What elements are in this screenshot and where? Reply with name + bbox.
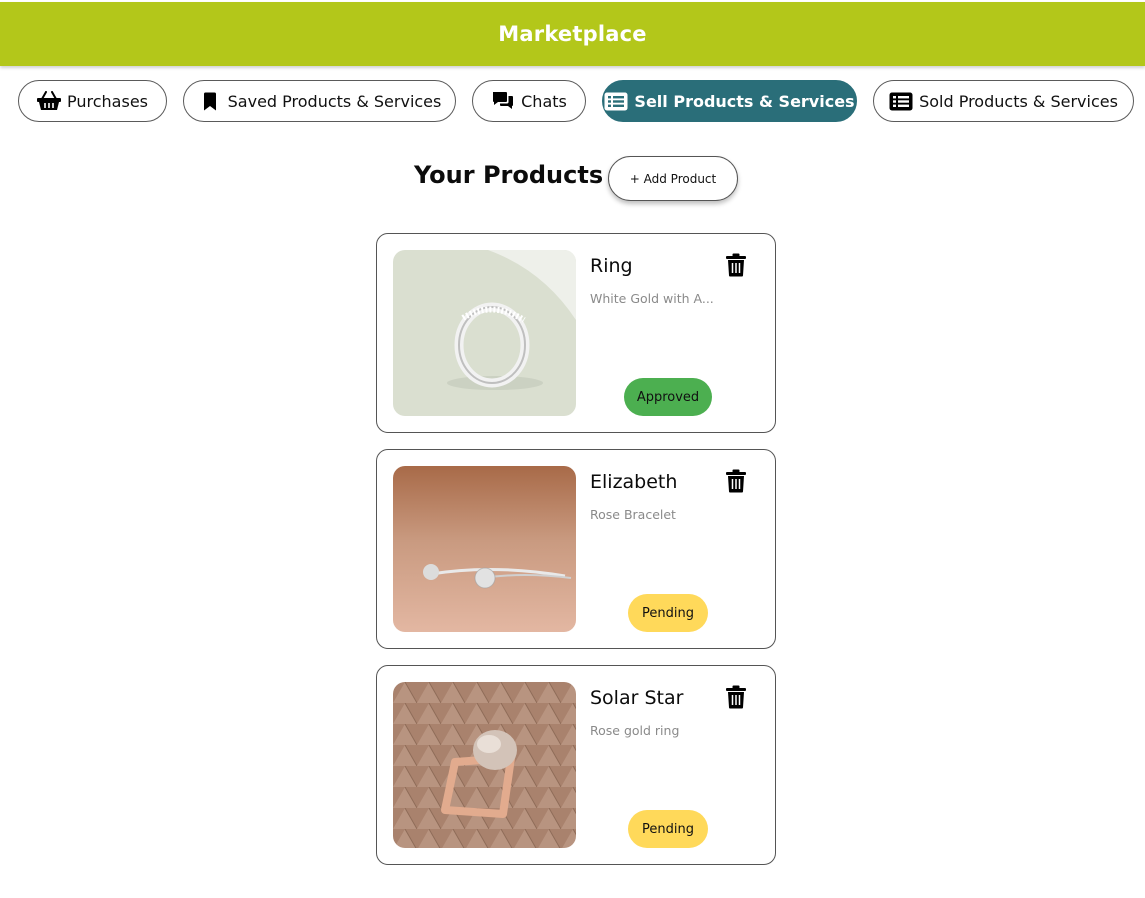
- list-icon: [604, 90, 628, 112]
- trash-icon[interactable]: [725, 253, 747, 277]
- tab-purchases[interactable]: Purchases: [18, 80, 167, 122]
- top-bar: Marketplace: [0, 2, 1145, 66]
- status-badge: Pending: [628, 810, 708, 848]
- tab-label: Chats: [521, 91, 567, 111]
- tab-label: Sold Products & Services: [919, 91, 1118, 111]
- product-card[interactable]: Elizabeth Rose Bracelet Pending: [376, 449, 776, 649]
- tab-saved-products[interactable]: Saved Products & Services: [183, 80, 456, 122]
- product-description: White Gold with A...: [590, 291, 714, 306]
- silver-ring-image: [393, 250, 576, 416]
- list-icon: [889, 90, 913, 112]
- trash-icon[interactable]: [725, 469, 747, 493]
- chat-icon: [491, 90, 515, 112]
- product-description: Rose Bracelet: [590, 507, 676, 522]
- app-title: Marketplace: [498, 22, 647, 46]
- bookmark-icon: [198, 90, 222, 112]
- status-badge: Approved: [624, 378, 712, 416]
- add-product-button[interactable]: + Add Product: [608, 156, 738, 201]
- silver-bracelet-image: [393, 466, 576, 632]
- rose-gold-ring-image: [393, 682, 576, 848]
- tab-chats[interactable]: Chats: [472, 80, 586, 122]
- product-name: Elizabeth: [590, 471, 678, 493]
- basket-icon: [37, 90, 61, 112]
- trash-icon[interactable]: [725, 685, 747, 709]
- tab-label: Sell Products & Services: [634, 91, 855, 111]
- status-badge: Pending: [628, 594, 708, 632]
- tab-label: Purchases: [67, 91, 148, 111]
- tab-label: Saved Products & Services: [227, 91, 442, 111]
- product-description: Rose gold ring: [590, 723, 680, 738]
- tab-sell-products[interactable]: Sell Products & Services: [602, 80, 857, 122]
- product-name: Solar Star: [590, 687, 684, 709]
- product-card[interactable]: Ring White Gold with A... Approved: [376, 233, 776, 433]
- tab-sold-products[interactable]: Sold Products & Services: [873, 80, 1134, 122]
- page-title: Your Products: [414, 161, 604, 189]
- product-card[interactable]: Solar Star Rose gold ring Pending: [376, 665, 776, 865]
- product-name: Ring: [590, 255, 633, 277]
